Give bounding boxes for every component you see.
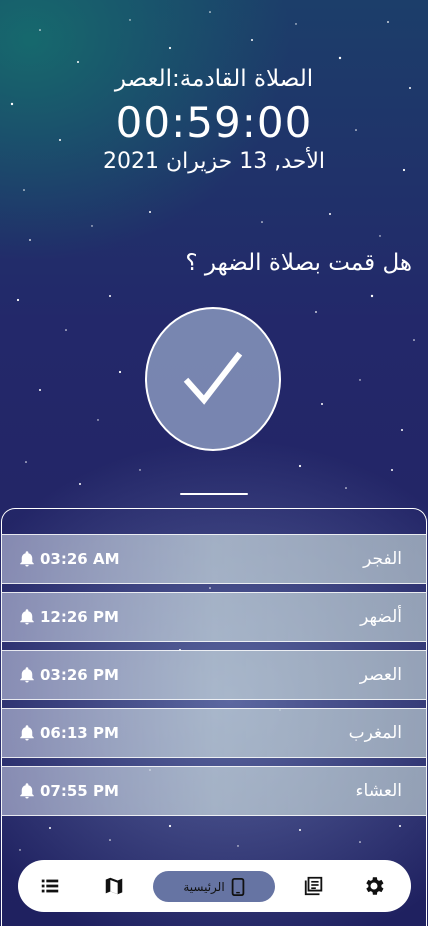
home-tab[interactable]: الرئيسية	[153, 871, 275, 902]
prayer-row-asr[interactable]: 03:26 PM العصر	[1, 650, 427, 700]
bell-icon[interactable]	[18, 782, 36, 800]
prayer-time: 03:26 AM	[40, 550, 120, 568]
map-icon[interactable]	[102, 874, 126, 898]
sheet-drag-handle[interactable]	[180, 493, 248, 495]
countdown-timer: 00:59:00	[115, 98, 313, 147]
bell-icon[interactable]	[18, 608, 36, 626]
bell-icon[interactable]	[18, 666, 36, 684]
prayer-name: ألضهر	[360, 607, 402, 627]
next-prayer-label: الصلاة القادمة:العصر	[114, 66, 314, 92]
bell-icon[interactable]	[18, 724, 36, 742]
bell-icon[interactable]	[18, 550, 36, 568]
prayer-row-dhuhr[interactable]: 12:26 PM ألضهر	[1, 592, 427, 642]
prayer-time: 06:13 PM	[40, 724, 119, 742]
home-tab-label: الرئيسية	[183, 879, 225, 894]
bottom-navigation: الرئيسية	[18, 860, 411, 912]
phone-icon	[231, 877, 244, 896]
list-icon[interactable]	[38, 874, 62, 898]
checkmark-icon	[183, 351, 243, 405]
prayer-question: هل قمت بصلاة الضهر ؟	[185, 250, 412, 276]
prayer-time: 07:55 PM	[40, 782, 119, 800]
prayer-time: 03:26 PM	[40, 666, 119, 684]
prayer-header: الصلاة القادمة:العصر 00:59:00 الأحد, 13 …	[0, 66, 428, 174]
prayer-name: العشاء	[355, 781, 402, 801]
prayer-name: الفجر	[363, 549, 402, 569]
prayer-row-isha[interactable]: 07:55 PM العشاء	[1, 766, 427, 816]
date-label: الأحد, 13 حزيران 2021	[102, 149, 326, 174]
prayer-row-maghrib[interactable]: 06:13 PM المغرب	[1, 708, 427, 758]
prayer-time: 12:26 PM	[40, 608, 119, 626]
prayer-row-fajr[interactable]: 03:26 AM الفجر	[1, 534, 427, 584]
books-icon[interactable]	[302, 874, 326, 898]
prayer-name: المغرب	[348, 723, 402, 743]
confirm-prayer-button[interactable]	[145, 307, 281, 451]
prayer-name: العصر	[359, 665, 402, 685]
settings-icon[interactable]	[362, 874, 386, 898]
